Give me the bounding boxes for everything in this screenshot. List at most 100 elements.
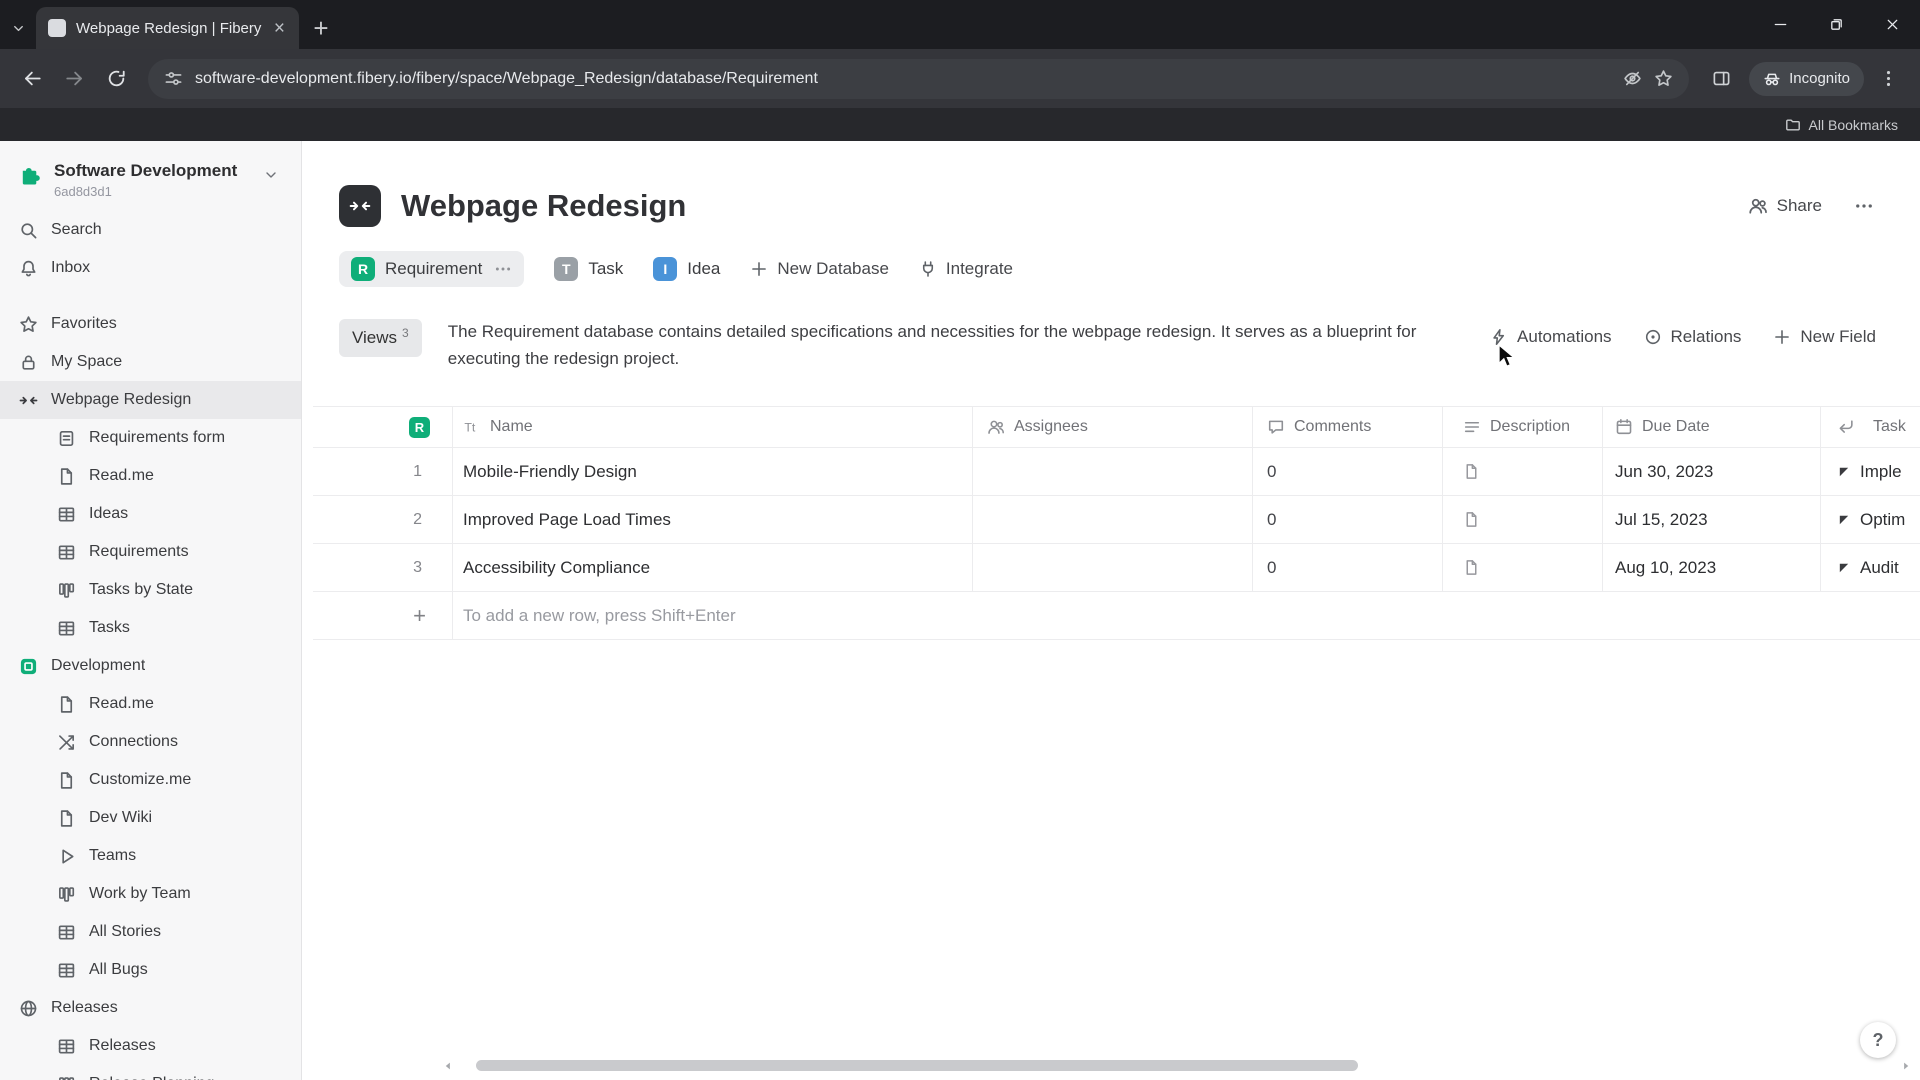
cell-name[interactable]: Mobile-Friendly Design	[453, 448, 973, 496]
views-button[interactable]: Views 3	[339, 319, 422, 357]
sidebar-item-inbox[interactable]: Inbox	[0, 249, 301, 287]
add-row-plus-icon[interactable]: +	[313, 592, 453, 640]
cell-task[interactable]: Audit	[1821, 544, 1920, 591]
new-tab-button[interactable]: +	[299, 7, 343, 49]
database-menu-icon[interactable]	[494, 260, 512, 278]
cell-description[interactable]	[1443, 544, 1603, 592]
sidebar-item-work-by-team[interactable]: Work by Team	[0, 875, 301, 913]
svg-text:Tt: Tt	[464, 421, 476, 435]
sidebar-item-connections[interactable]: Connections	[0, 723, 301, 761]
cell-due-date[interactable]: Jul 15, 2023	[1603, 496, 1821, 544]
cell-description[interactable]	[1443, 496, 1603, 544]
column-header-name[interactable]: Tt Name	[453, 407, 973, 448]
scroll-left-icon[interactable]	[442, 1060, 454, 1072]
tab-search-button[interactable]	[0, 7, 36, 49]
space-arrows-icon	[349, 195, 371, 217]
cell-comments[interactable]: 0	[1253, 496, 1443, 544]
cell-comments[interactable]: 0	[1253, 544, 1443, 592]
cell-assignees[interactable]	[973, 544, 1253, 592]
help-button[interactable]: ?	[1860, 1022, 1896, 1058]
cell-due-date[interactable]: Aug 10, 2023	[1603, 544, 1821, 592]
cell-assignees[interactable]	[973, 496, 1253, 544]
forward-button[interactable]	[56, 61, 92, 97]
sidebar-item-development[interactable]: Development	[0, 647, 301, 685]
new-field-button[interactable]: New Field	[1773, 327, 1876, 347]
chevron-down-icon[interactable]	[263, 167, 279, 183]
row-number[interactable]: 2	[313, 496, 453, 544]
database-tab-requirement[interactable]: R Requirement	[339, 251, 525, 287]
tab-close-icon[interactable]: ×	[272, 19, 287, 38]
close-window-button[interactable]	[1864, 0, 1920, 49]
sidebar-item-dev-wiki[interactable]: Dev Wiki	[0, 799, 301, 837]
browser-tab[interactable]: Webpage Redesign | Fibery ×	[36, 7, 299, 49]
sidebar-item-requirements[interactable]: Requirements	[0, 533, 301, 571]
row-number[interactable]: 3	[313, 544, 453, 592]
form-icon	[57, 429, 76, 448]
workspace-switcher[interactable]: Software Development 6ad8d3d1	[0, 141, 301, 211]
eye-off-icon[interactable]	[1623, 69, 1642, 88]
sidebar-item-all-bugs[interactable]: All Bugs	[0, 951, 301, 989]
column-header-description[interactable]: Description	[1443, 407, 1603, 448]
sidebar-item-all-stories[interactable]: All Stories	[0, 913, 301, 951]
browser-menu-button[interactable]	[1870, 61, 1906, 97]
cell-name[interactable]: Improved Page Load Times	[453, 496, 973, 544]
maximize-button[interactable]	[1808, 0, 1864, 49]
sidebar-item-release-planning[interactable]: Release Planning	[0, 1065, 301, 1080]
sidebar-item-requirements-form[interactable]: Requirements form	[0, 419, 301, 457]
database-badge-r: R	[351, 257, 375, 281]
sidebar-item-releases[interactable]: Releases	[0, 1027, 301, 1065]
minimize-button[interactable]	[1752, 0, 1808, 49]
all-bookmarks-button[interactable]: All Bookmarks	[1809, 117, 1898, 133]
address-bar[interactable]: software-development.fibery.io/fibery/sp…	[148, 58, 1690, 99]
column-header-task[interactable]: Task	[1821, 407, 1920, 447]
sidebar-item-customize-me[interactable]: Customize.me	[0, 761, 301, 799]
cell-task[interactable]: Optim	[1821, 496, 1920, 543]
column-header-assignees[interactable]: Assignees	[973, 407, 1253, 448]
sidebar-item-search[interactable]: Search	[0, 211, 301, 249]
sidebar-item-releases[interactable]: Releases	[0, 989, 301, 1027]
board-icon	[57, 1075, 76, 1080]
sidebar-item-favorites[interactable]: Favorites	[0, 305, 301, 343]
database-description[interactable]: The Requirement database contains detail…	[448, 319, 1423, 372]
cell-description[interactable]	[1443, 448, 1603, 496]
sidebar-item-ideas[interactable]: Ideas	[0, 495, 301, 533]
sidebar-item-read-me[interactable]: Read.me	[0, 457, 301, 495]
database-tab-task[interactable]: T Task	[554, 257, 623, 281]
sidebar-item-label: Requirements form	[89, 429, 226, 447]
add-row[interactable]: + To add a new row, press Shift+Enter	[313, 592, 1920, 641]
sidebar-item-my-space[interactable]: My Space	[0, 343, 301, 381]
cell-due-date[interactable]: Jun 30, 2023	[1603, 448, 1821, 496]
horizontal-scrollbar[interactable]	[442, 1059, 1912, 1072]
lines-icon	[1463, 418, 1481, 436]
database-tab-idea[interactable]: I Idea	[653, 257, 720, 281]
cell-comments[interactable]: 0	[1253, 448, 1443, 496]
new-database-button[interactable]: New Database	[750, 259, 889, 279]
back-button[interactable]	[14, 61, 50, 97]
space-icon-button[interactable]	[339, 185, 381, 227]
sidebar-item-tasks[interactable]: Tasks	[0, 609, 301, 647]
reload-button[interactable]	[98, 61, 134, 97]
relations-button[interactable]: Relations	[1644, 327, 1741, 347]
sidebar-item-tasks-by-state[interactable]: Tasks by State	[0, 571, 301, 609]
description-doc-icon	[1463, 463, 1480, 480]
row-number[interactable]: 1	[313, 448, 453, 496]
integrate-button[interactable]: Integrate	[919, 259, 1013, 279]
column-header-comments[interactable]: Comments	[1253, 407, 1443, 448]
share-button[interactable]: Share	[1748, 196, 1822, 216]
cell-task[interactable]: Imple	[1821, 448, 1920, 495]
page-menu-button[interactable]	[1852, 194, 1876, 218]
task-name: Optim	[1860, 509, 1906, 529]
column-header-due-date[interactable]: Due Date	[1603, 407, 1821, 448]
scroll-right-icon[interactable]	[1900, 1060, 1912, 1072]
side-panel-button[interactable]	[1703, 61, 1739, 97]
scrollbar-track[interactable]	[454, 1059, 1900, 1072]
sidebar-item-teams[interactable]: Teams	[0, 837, 301, 875]
cell-name[interactable]: Accessibility Compliance	[453, 544, 973, 592]
scrollbar-thumb[interactable]	[476, 1060, 1358, 1071]
task-entity-icon	[1837, 465, 1851, 479]
sidebar-item-read-me[interactable]: Read.me	[0, 685, 301, 723]
sidebar-item-webpage-redesign[interactable]: Webpage Redesign	[0, 381, 301, 420]
cell-assignees[interactable]	[973, 448, 1253, 496]
bookmark-star-icon[interactable]	[1654, 69, 1673, 88]
site-info-icon[interactable]	[164, 69, 183, 88]
